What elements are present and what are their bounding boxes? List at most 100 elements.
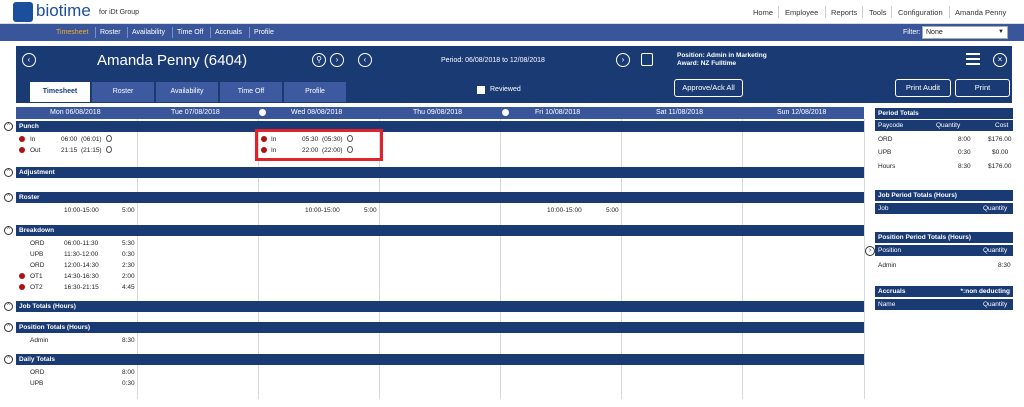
paycode: ORD xyxy=(878,136,893,143)
breakdown-hours: 4:45 xyxy=(122,284,135,291)
punch-time[interactable]: 21:15 xyxy=(61,147,77,154)
next-period-icon[interactable]: › xyxy=(616,53,630,67)
day-mon: Mon 06/08/2018 xyxy=(50,109,101,116)
section-title: Job Totals (Hours) xyxy=(19,303,76,310)
close-icon[interactable]: × xyxy=(993,53,1007,67)
divider xyxy=(862,6,863,18)
menu-timesheet[interactable]: Timesheet xyxy=(56,29,88,36)
topnav-tools[interactable]: Tools xyxy=(869,8,887,17)
breakdown-range: 16:30-21:15 xyxy=(64,284,99,291)
day-tue: Tue 07/08/2018 xyxy=(171,109,220,116)
next-employee-icon[interactable]: › xyxy=(330,53,344,67)
section-title: Position Totals (Hours) xyxy=(19,324,91,331)
prev-employee-icon[interactable]: ‹ xyxy=(22,53,36,67)
daily-hours: 8:00 xyxy=(122,369,135,376)
approve-all-button[interactable]: Approve/Ack All xyxy=(674,79,743,97)
expand-panel-icon[interactable]: › xyxy=(865,246,875,256)
divider xyxy=(864,119,865,399)
collapse-breakdown-icon[interactable]: ^ xyxy=(4,226,13,235)
collapse-roster-icon[interactable]: ^ xyxy=(4,193,13,202)
print-button[interactable]: Print xyxy=(955,79,1010,97)
day-sat: Sat 11/08/2018 xyxy=(656,109,703,116)
breakdown-range: 14:30-16:30 xyxy=(64,273,99,280)
section-breakdown xyxy=(16,225,864,236)
position-name: Admin xyxy=(30,337,49,344)
menu-time-off[interactable]: Time Off xyxy=(177,29,203,36)
divider xyxy=(778,6,779,18)
punch-type: Out xyxy=(30,147,41,154)
topnav-employee[interactable]: Employee xyxy=(785,8,818,17)
cost: $176.00 xyxy=(988,163,1012,170)
collapse-job-totals-icon[interactable]: ^ xyxy=(4,302,13,311)
accruals-note: *:non deducting xyxy=(960,288,1010,295)
divider xyxy=(249,27,250,38)
section-roster xyxy=(16,192,864,203)
app-logo-text: biotime xyxy=(36,1,91,20)
cost: $0.00 xyxy=(992,149,1009,156)
column-header: Job xyxy=(878,205,889,212)
topnav-home[interactable]: Home xyxy=(753,8,773,17)
divider xyxy=(825,6,826,18)
column-header: Paycode xyxy=(878,122,904,129)
accruals-title: Accruals *:non deducting xyxy=(875,286,1013,297)
punch-rounded: (06:01) xyxy=(81,136,102,143)
breakdown-hours: 0:30 xyxy=(122,251,135,258)
reviewed-checkbox[interactable] xyxy=(477,86,485,94)
daily-code: UPB xyxy=(30,380,44,387)
divider xyxy=(949,6,950,18)
prev-period-icon[interactable]: ‹ xyxy=(358,53,372,67)
tab-timesheet[interactable]: Timesheet xyxy=(30,82,90,102)
period-range: Period: 06/08/2018 to 12/08/2018 xyxy=(441,57,545,64)
menu-accruals[interactable]: Accruals xyxy=(215,29,242,36)
collapse-daily-totals-icon[interactable]: ^ xyxy=(4,355,13,364)
menu-availability[interactable]: Availability xyxy=(132,29,165,36)
print-audit-button[interactable]: Print Audit xyxy=(895,79,951,97)
topnav-configuration[interactable]: Configuration xyxy=(898,8,943,17)
collapse-position-totals-icon[interactable]: ^ xyxy=(4,323,13,332)
divider xyxy=(127,27,128,38)
breakdown-range: 11:30-12:00 xyxy=(64,251,99,258)
filter-label: Filter: xyxy=(903,29,921,36)
period-totals-title: Period Totals xyxy=(875,108,1013,119)
breakdown-code: ORD xyxy=(30,240,45,247)
menu-hamburger-icon[interactable] xyxy=(966,53,980,65)
section-punch xyxy=(16,121,864,132)
cost: $176.00 xyxy=(988,136,1012,143)
collapse-punch-icon[interactable]: ^ xyxy=(4,122,13,131)
divider xyxy=(210,27,211,38)
chevron-down-icon: ▼ xyxy=(998,29,1004,35)
overtime-flag-icon xyxy=(19,273,25,279)
section-job-totals xyxy=(16,301,864,312)
day-fri: Fri 10/08/2018 xyxy=(535,109,581,116)
filter-select[interactable]: None ▼ xyxy=(922,26,1008,39)
tab-profile[interactable]: Profile xyxy=(284,82,346,102)
column-header: Name xyxy=(878,301,896,308)
divider xyxy=(891,6,892,18)
punch-type: In xyxy=(30,136,36,143)
menu-profile[interactable]: Profile xyxy=(254,29,274,36)
paycode: UPB xyxy=(878,149,892,156)
menu-roster[interactable]: Roster xyxy=(100,29,121,36)
collapse-adjustment-icon[interactable]: ^ xyxy=(4,168,13,177)
tab-roster[interactable]: Roster xyxy=(92,82,154,102)
calendar-icon[interactable] xyxy=(641,53,653,66)
location-pin-icon[interactable] xyxy=(106,146,112,153)
quantity: 0:30 xyxy=(958,149,971,156)
location-pin-icon[interactable] xyxy=(106,135,112,142)
employee-position: Position: Admin in Marketing xyxy=(677,52,767,59)
tab-availability[interactable]: Availability xyxy=(156,82,218,102)
punch-time[interactable]: 06:00 xyxy=(61,136,77,143)
punch-status-icon xyxy=(19,147,25,153)
topnav-reports[interactable]: Reports xyxy=(831,8,857,17)
breakdown-code: ORD xyxy=(30,262,45,269)
employee-search-icon[interactable]: ⚲ xyxy=(312,53,326,67)
job-period-title: Job Period Totals (Hours) xyxy=(875,190,1013,201)
column-header: Quantity xyxy=(936,122,961,129)
tab-time-off[interactable]: Time Off xyxy=(220,82,282,102)
topnav-user[interactable]: Amanda Penny xyxy=(955,8,1006,17)
day-thu: Thu 09/08/2018 xyxy=(413,109,463,116)
section-position-totals xyxy=(16,322,864,333)
column-header: Quantity xyxy=(983,301,1008,308)
roster-range: 10:00-15:00 xyxy=(305,207,340,214)
reviewed-label: Reviewed xyxy=(490,86,521,93)
